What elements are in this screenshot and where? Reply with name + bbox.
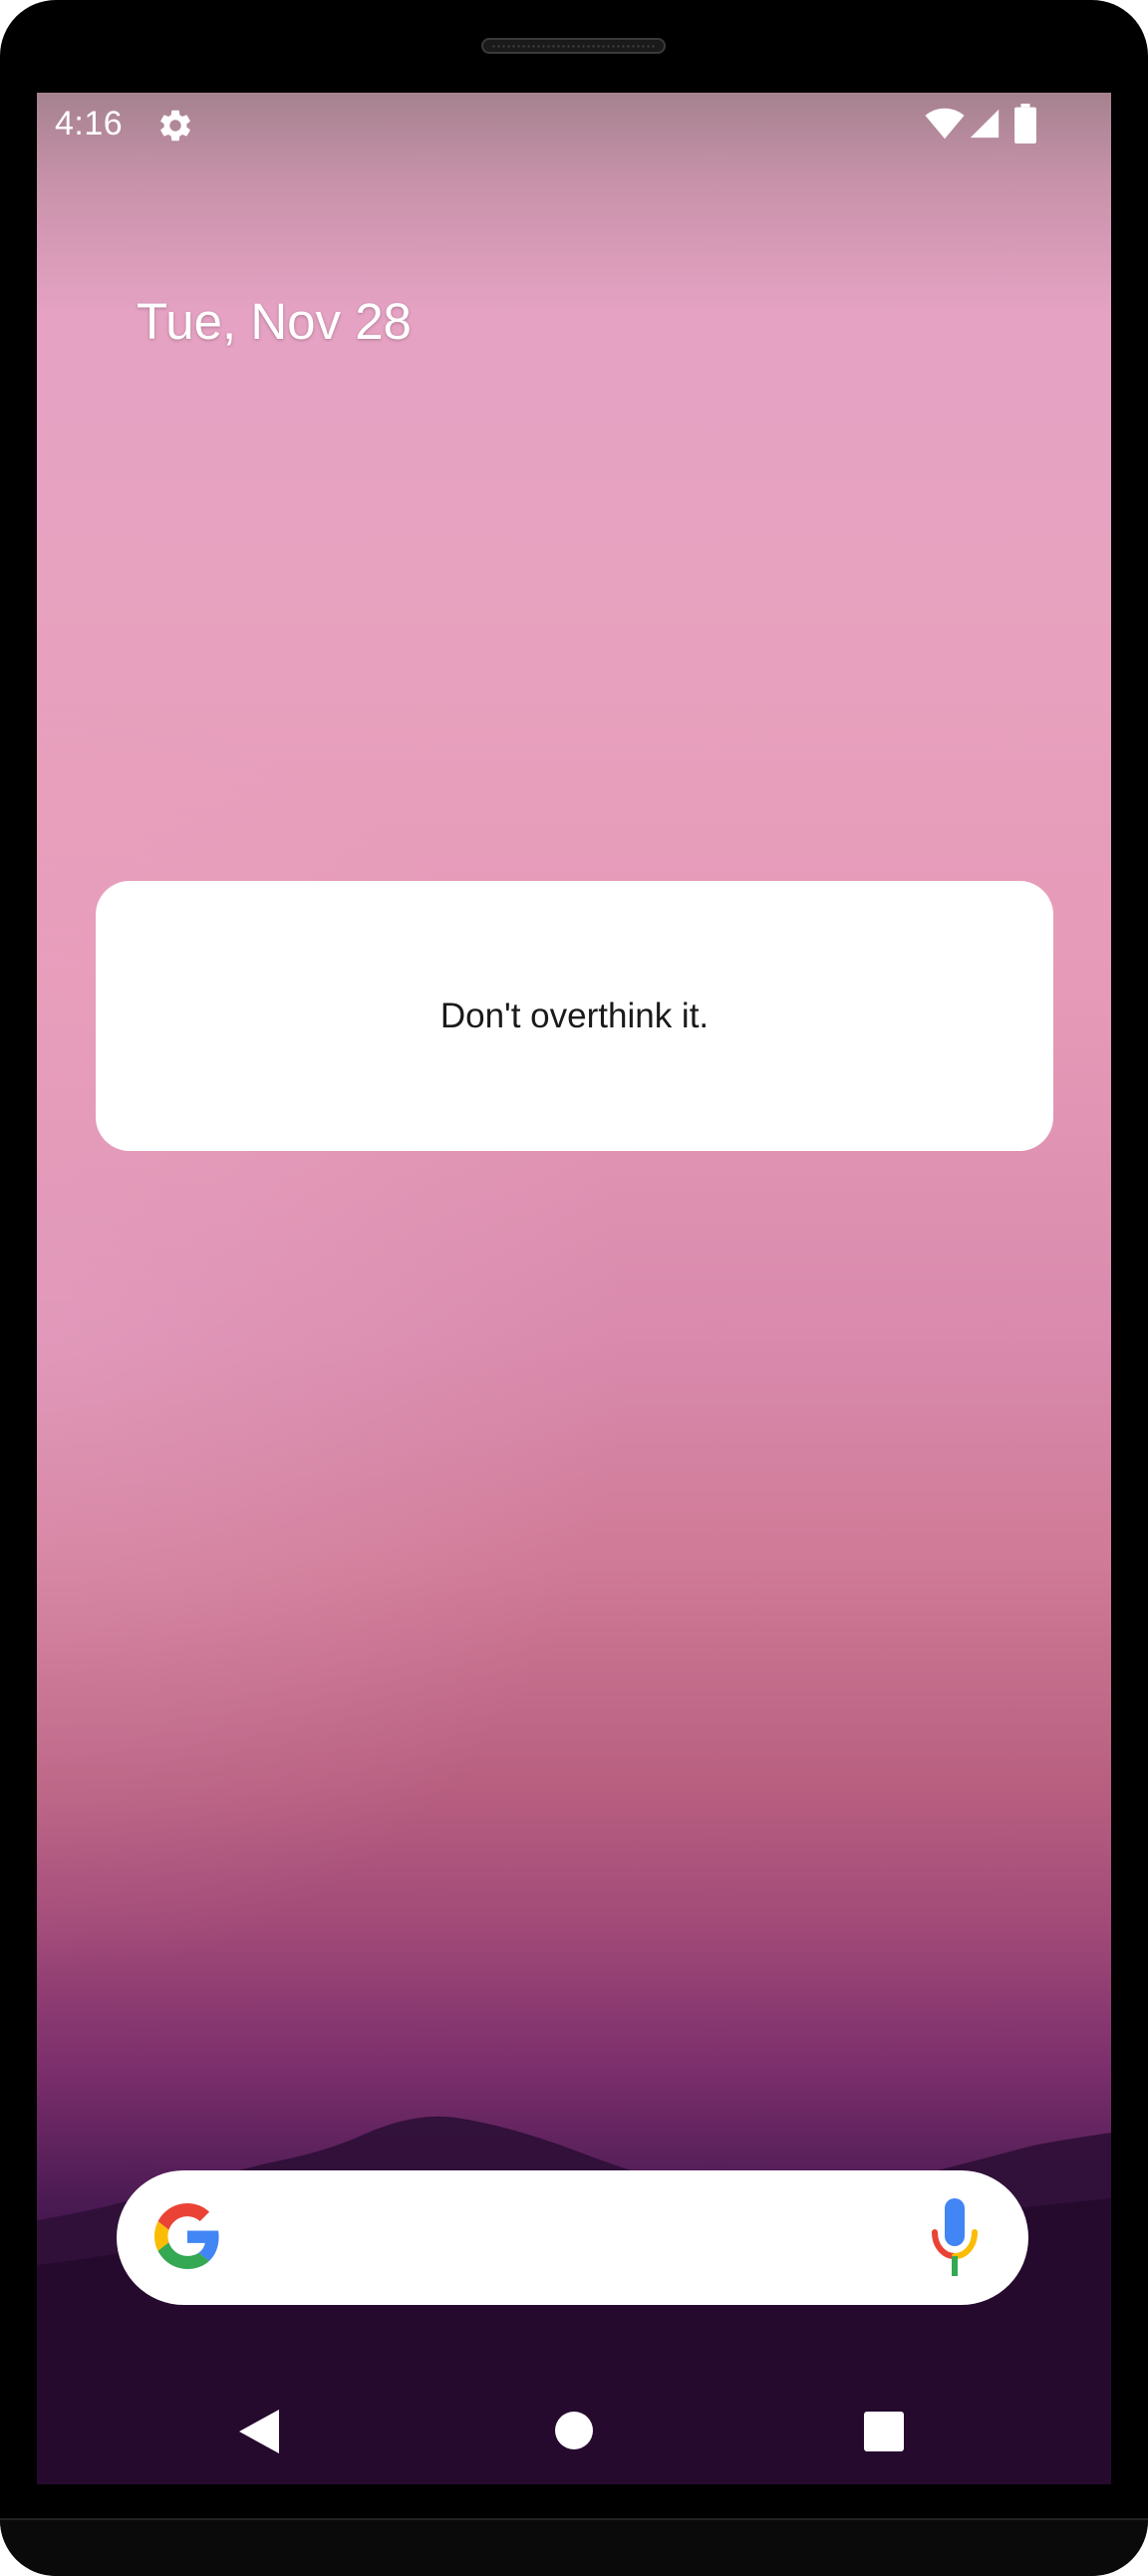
cell-signal-icon xyxy=(970,109,1000,139)
wifi-icon xyxy=(925,108,965,140)
microphone-icon[interactable] xyxy=(929,2198,981,2278)
home-screen: 4:16 Tue, Nov 28 Don't overthink it. xyxy=(37,93,1111,2484)
phone-chin xyxy=(0,2518,1148,2576)
navigation-bar xyxy=(37,2375,1111,2484)
status-bar: 4:16 xyxy=(37,93,1111,172)
status-time: 4:16 xyxy=(55,105,124,143)
phone-frame: 4:16 Tue, Nov 28 Don't overthink it. xyxy=(0,0,1148,2576)
home-date[interactable]: Tue, Nov 28 xyxy=(137,292,412,351)
quote-widget[interactable]: Don't overthink it. xyxy=(96,881,1053,1151)
earpiece-speaker xyxy=(481,38,666,54)
gear-icon xyxy=(160,110,190,142)
back-triangle-icon[interactable] xyxy=(239,2410,279,2453)
google-search-bar[interactable] xyxy=(117,2170,1028,2305)
home-circle-icon[interactable] xyxy=(555,2412,593,2449)
quote-text: Don't overthink it. xyxy=(439,996,710,1035)
recents-square-icon[interactable] xyxy=(864,2412,904,2451)
google-g-icon xyxy=(154,2203,219,2269)
battery-icon xyxy=(1014,104,1036,143)
